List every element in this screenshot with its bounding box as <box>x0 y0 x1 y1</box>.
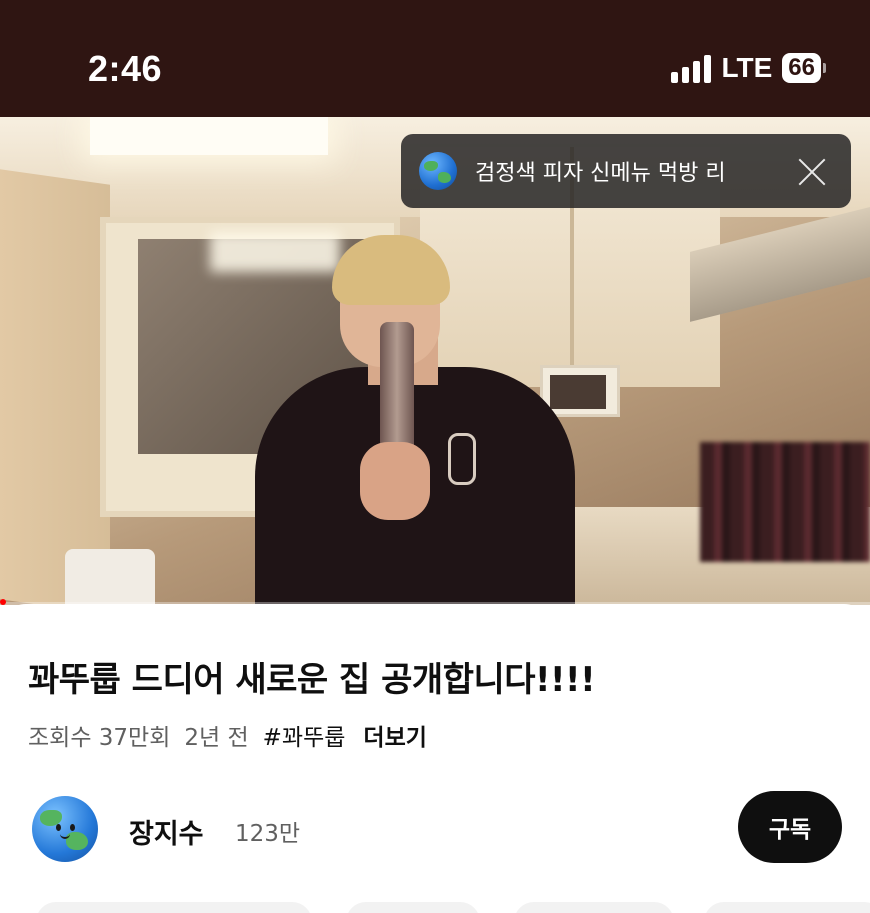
more-button[interactable]: 더보기 <box>363 718 426 752</box>
video-title[interactable]: 꽈뚜룹 드디어 새로운 집 공개합니다!!!! <box>28 652 596 701</box>
mini-player-title[interactable]: 검정색 피자 신메뉴 먹방 리 <box>475 155 770 187</box>
action-chips-row <box>32 902 870 913</box>
view-count: 조회수 37만회 <box>28 725 171 751</box>
signal-icon <box>671 53 712 83</box>
status-indicators: LTE 66 <box>671 52 826 84</box>
upload-age: 2년 전 <box>184 725 249 751</box>
mini-player-banner[interactable]: 검정색 피자 신메뉴 먹방 리 <box>401 134 851 208</box>
video-progress-handle[interactable] <box>0 599 6 605</box>
download-chip[interactable] <box>704 902 870 913</box>
status-bar: 2:46 LTE 66 <box>0 0 870 117</box>
globe-avatar-icon <box>419 152 457 190</box>
video-info-panel: 꽈뚜룹 드디어 새로운 집 공개합니다!!!! 조회수 37만회 2년 전 #꽈… <box>0 604 870 913</box>
status-time: 2:46 <box>88 48 163 89</box>
like-chip[interactable] <box>36 902 312 913</box>
video-metadata[interactable]: 조회수 37만회 2년 전 #꽈뚜룹 더보기 <box>28 718 427 752</box>
battery-level: 66 <box>782 53 821 83</box>
remix-chip[interactable] <box>514 902 674 913</box>
battery-icon: 66 <box>782 53 826 83</box>
youtube-watch-page: 2:46 LTE 66 검정색 피자 신메뉴 먹방 리 꽈뚜룹 드디어 새로운 … <box>0 0 870 913</box>
close-icon[interactable] <box>793 152 831 190</box>
subscribe-button[interactable]: 구독 <box>738 791 842 863</box>
channel-row[interactable]: 장지수 123만 구독 <box>32 791 842 874</box>
channel-avatar[interactable] <box>32 796 98 862</box>
share-chip[interactable] <box>346 902 480 913</box>
hashtag-link[interactable]: #꽈뚜룹 <box>263 718 346 752</box>
network-type: LTE <box>721 52 773 83</box>
subscriber-count: 123만 <box>235 821 301 847</box>
channel-name[interactable]: 장지수 <box>129 812 204 851</box>
